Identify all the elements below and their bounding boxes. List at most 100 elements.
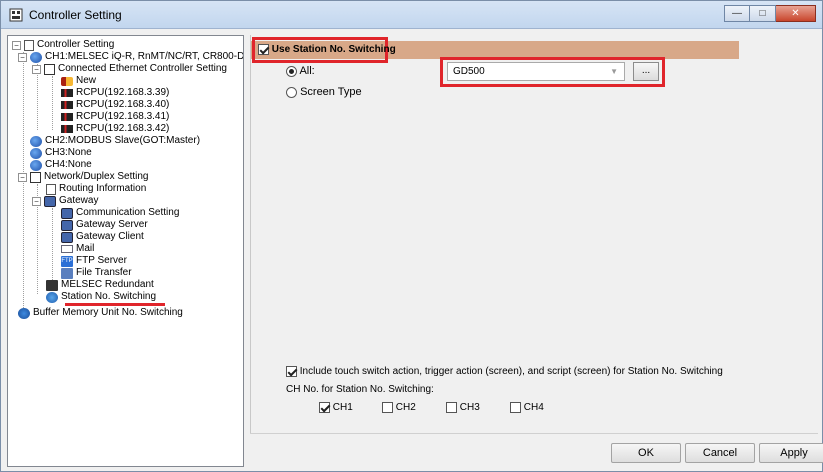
checkbox-checked-icon[interactable] [286,366,297,377]
tree-item-mail[interactable]: Mail [61,243,94,255]
close-button[interactable]: ✕ [776,5,816,22]
checkbox-unchecked-icon[interactable] [382,402,393,413]
tree-item-station-switching[interactable]: Station No. Switching [46,291,156,303]
ch3-checkbox[interactable]: CH3 [446,402,480,413]
plc-icon [61,101,73,109]
minimize-button[interactable]: — [724,5,750,22]
checkbox-unchecked-icon[interactable] [510,402,521,413]
use-station-label: Use Station No. Switching [271,44,396,56]
dropdown-arrow-icon[interactable]: ▼ [610,67,618,76]
tree-item-gateway-server[interactable]: Gateway Server [61,219,148,231]
tree-item-file-transfer[interactable]: File Transfer [61,267,132,279]
target-model-combo[interactable]: GD500 ▼ [447,62,625,81]
cancel-button[interactable]: Cancel [685,443,755,463]
tree-item-network-duplex[interactable]: − Network/Duplex Setting [18,171,149,183]
tree-item-label: RCPU(192.168.3.41) [76,111,170,122]
tree-item-controller-setting[interactable]: − Controller Setting [12,39,114,51]
app-settings-icon [9,8,23,22]
channel-globe-icon [30,147,42,159]
checkbox-checked-icon[interactable] [258,44,269,55]
tree-item-label: MELSEC Redundant [61,279,154,290]
tree-item-label: File Transfer [76,267,132,278]
routing-icon [46,183,56,195]
ch1-checkbox[interactable]: CH1 [319,402,353,413]
tree-item-label: Gateway Client [76,231,144,242]
tree-item-label: Controller Setting [37,39,115,50]
include-actions-checkbox[interactable]: Include touch switch action, trigger act… [286,366,723,377]
tree-item-rcpu-41[interactable]: RCPU(192.168.3.41) [61,111,169,123]
tree-item-communication[interactable]: Communication Setting [61,207,179,219]
gateway-server-icon [61,219,73,231]
station-switching-panel: Use Station No. Switching All: Screen Ty… [250,35,818,433]
file-transfer-icon [61,267,73,279]
maximize-button[interactable]: □ [750,5,776,22]
tree-item-label: Routing Information [59,183,147,194]
tree-item-rcpu-39[interactable]: RCPU(192.168.3.39) [61,87,169,99]
tree-item-routing[interactable]: Routing Information [46,183,146,195]
tree-item-label: RCPU(192.168.3.39) [76,87,170,98]
plc-icon [61,89,73,97]
collapse-icon[interactable]: − [18,52,27,62]
radio-screen-label: Screen Type [300,86,362,98]
dialog-footer: OK Cancel Apply [250,433,823,467]
tree-item-ftp-server[interactable]: FTP FTP Server [61,255,127,267]
radio-unselected-icon[interactable] [286,86,297,98]
tree-item-label: RCPU(192.168.3.40) [76,99,170,110]
ch2-checkbox[interactable]: CH2 [382,402,416,413]
tree-item-label: CH1:MELSEC iQ-R, RnMT/NC/RT, CR800-D [45,51,244,62]
ch2-label: CH2 [395,402,416,414]
tree-item-label: CH3:None [45,147,92,158]
tree-item-melsec-redundant[interactable]: MELSEC Redundant [46,279,154,291]
network-icon [44,63,55,75]
checkbox-unchecked-icon[interactable] [446,402,457,413]
collapse-icon[interactable]: − [18,172,27,182]
browse-button[interactable]: ... [633,62,659,81]
tree-item-ch4[interactable]: CH4:None [30,159,92,171]
channel-globe-icon [30,159,42,171]
collapse-icon[interactable]: − [32,64,41,74]
window-controls: — □ ✕ [724,5,816,22]
tree-guide-line [23,52,24,314]
ch4-label: CH4 [523,402,544,414]
ch-no-heading: CH No. for Station No. Switching: [286,384,434,395]
tree-item-gateway[interactable]: − Gateway [32,195,98,207]
tree-item-rcpu-40[interactable]: RCPU(192.168.3.40) [61,99,169,111]
ok-button[interactable]: OK [611,443,681,463]
tree-item-connected-ethernet[interactable]: − Connected Ethernet Controller Setting [32,63,227,75]
redundant-icon [46,279,58,291]
use-station-checkbox[interactable]: Use Station No. Switching [258,44,396,55]
selected-item-underline [65,303,165,306]
ch1-label: CH1 [332,402,353,414]
tree-item-label: CH2:MODBUS Slave(GOT:Master) [45,135,201,146]
communication-icon [61,207,73,219]
tree-item-ch2[interactable]: CH2:MODBUS Slave(GOT:Master) [30,135,200,147]
radio-screen-type[interactable]: Screen Type [286,86,362,98]
collapse-icon[interactable]: − [32,196,41,206]
checkbox-checked-icon[interactable] [319,402,330,413]
settings-tree[interactable]: − Controller Setting − CH1:MELSEC iQ-R, … [7,35,244,467]
title-bar[interactable]: Controller Setting — □ ✕ [1,1,822,29]
ch4-checkbox[interactable]: CH4 [510,402,544,413]
radio-all[interactable]: All: [286,65,315,77]
collapse-icon[interactable]: − [12,40,21,50]
tree-item-gateway-client[interactable]: Gateway Client [61,231,144,243]
window-title: Controller Setting [29,8,122,22]
include-actions-label: Include touch switch action, trigger act… [299,366,723,378]
radio-selected-icon[interactable] [286,65,297,77]
tree-item-label: Mail [76,243,95,254]
combo-value: GD500 [453,66,485,77]
network-icon [30,171,41,183]
tree-guide-line [52,208,53,282]
plc-icon [61,125,73,133]
ch3-label: CH3 [459,402,480,414]
tree-item-label: FTP Server [76,255,127,266]
tree-item-rcpu-42[interactable]: RCPU(192.168.3.42) [61,123,169,135]
tree-item-label: RCPU(192.168.3.42) [76,123,170,134]
station-switch-icon [46,291,58,303]
tree-item-new[interactable]: New [61,75,96,87]
gateway-icon [44,195,56,207]
apply-button[interactable]: Apply [759,443,823,463]
tree-item-ch1[interactable]: − CH1:MELSEC iQ-R, RnMT/NC/RT, CR800-D [18,51,244,63]
tree-item-ch3[interactable]: CH3:None [30,147,92,159]
tree-item-buffer-memory[interactable]: Buffer Memory Unit No. Switching [18,307,183,319]
